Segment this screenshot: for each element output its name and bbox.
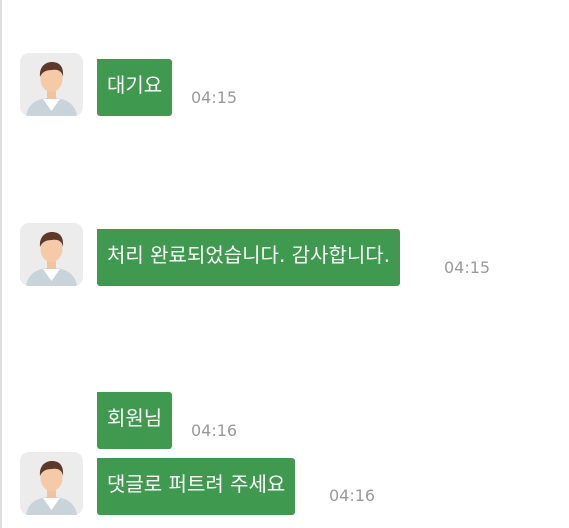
message-text: 대기요 [107, 73, 163, 97]
message-timestamp: 04:15 [444, 258, 491, 277]
message-text: 회원님 [107, 406, 163, 430]
message-text: 처리 완료되었습니다. 감사합니다. [107, 243, 391, 267]
avatar[interactable] [20, 452, 83, 515]
message-timestamp: 04:15 [191, 88, 238, 107]
message-bubble: 대기요 [97, 59, 173, 116]
message-timestamp: 04:16 [191, 421, 238, 440]
user-avatar-icon [26, 62, 77, 116]
message-text: 댓글로 퍼트려 주세요 [107, 472, 286, 496]
message-bubble: 회원님 [97, 392, 173, 449]
message-bubble: 댓글로 퍼트려 주세요 [97, 458, 296, 515]
message-timestamp: 04:16 [329, 486, 376, 505]
avatar[interactable] [20, 223, 83, 286]
chat-message-list: 대기요 04:15 처리 완료되었습니다. 감사합니다. 04:15 회원님 0… [0, 0, 569, 528]
avatar[interactable] [20, 53, 83, 116]
message-bubble: 처리 완료되었습니다. 감사합니다. [97, 229, 401, 286]
user-avatar-icon [26, 461, 77, 515]
user-avatar-icon [26, 232, 77, 286]
